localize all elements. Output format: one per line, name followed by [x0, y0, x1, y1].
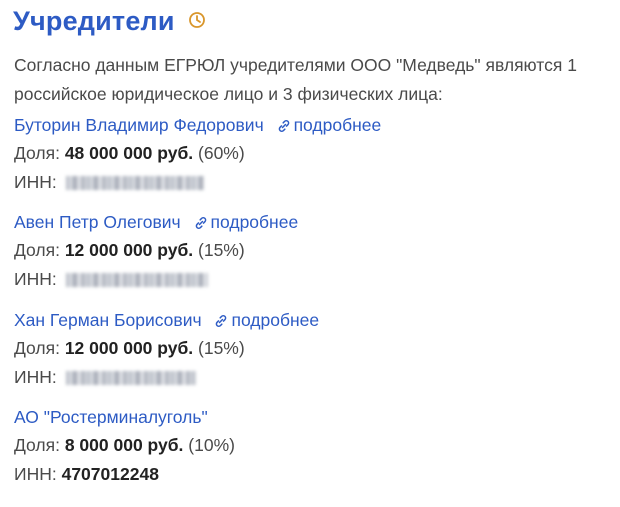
share-line: Доля: 48 000 000 руб. (60%) [14, 139, 614, 168]
founder-name-link[interactable]: АО "Ростерминалуголь" [14, 407, 208, 427]
link-icon [278, 120, 289, 132]
clock-icon[interactable] [188, 5, 206, 36]
founder-header: Авен Петр Олегович подробнее [14, 208, 614, 236]
founder-name-link[interactable]: Хан Герман Борисович [14, 310, 202, 330]
founder-header: Хан Герман Борисович подробнее [14, 306, 614, 334]
share-label: Доля: [14, 435, 60, 455]
inn-label: ИНН: [14, 269, 57, 289]
share-amount: 12 000 000 руб. [64, 338, 194, 358]
share-label: Доля: [14, 338, 60, 358]
share-label: Доля: [14, 240, 60, 260]
inn-line: ИНН: [14, 168, 614, 197]
share-label: Доля: [14, 143, 60, 163]
more-link-label: подробнее [293, 115, 382, 135]
founders-section: Учредители Согласно данным ЕГРЮЛ учредит… [0, 0, 620, 507]
more-link[interactable]: подробнее [277, 115, 382, 135]
more-link-label: подробнее [210, 212, 299, 232]
share-amount: 12 000 000 руб. [64, 240, 194, 260]
inn-blurred-value [65, 371, 196, 386]
share-line: Доля: 8 000 000 руб. (10%) [14, 431, 614, 460]
founder-name-link[interactable]: Буторин Владимир Федорович [14, 115, 264, 135]
section-title: Учредители [13, 6, 206, 37]
inn-blurred-value [65, 176, 204, 191]
link-icon [216, 315, 227, 327]
founder-item: АО "Ростерминалуголь" Доля: 8 000 000 ру… [14, 403, 614, 489]
inn-blurred-value [65, 273, 208, 288]
share-percent: (10%) [188, 435, 235, 455]
share-percent: (15%) [198, 240, 245, 260]
more-link[interactable]: подробнее [194, 212, 299, 232]
founder-item: Хан Герман Борисович подробнее Доля: 12 … [14, 306, 614, 392]
share-percent: (60%) [198, 143, 245, 163]
intro-text: Согласно данным ЕГРЮЛ учредителями ООО "… [14, 55, 577, 104]
share-amount: 48 000 000 руб. [64, 143, 194, 163]
share-amount: 8 000 000 руб. [64, 435, 184, 455]
link-icon [195, 217, 206, 229]
share-percent: (15%) [198, 338, 245, 358]
founder-item: Буторин Владимир Федорович подробнее Дол… [14, 111, 614, 197]
founder-name-link[interactable]: Авен Петр Олегович [14, 212, 181, 232]
share-line: Доля: 12 000 000 руб. (15%) [14, 334, 614, 363]
inn-label: ИНН: [14, 464, 57, 484]
founder-header: АО "Ростерминалуголь" [14, 403, 614, 431]
inn-label: ИНН: [14, 367, 57, 387]
more-link-label: подробнее [231, 310, 320, 330]
inn-value: 4707012248 [61, 464, 159, 484]
section-title-text: Учредители [13, 6, 175, 36]
inn-line: ИНН: [14, 363, 614, 392]
inn-line: ИНН: [14, 265, 614, 294]
inn-label: ИНН: [14, 172, 57, 192]
more-link[interactable]: подробнее [214, 310, 319, 330]
share-line: Доля: 12 000 000 руб. (15%) [14, 236, 614, 265]
founder-item: Авен Петр Олегович подробнее Доля: 12 00… [14, 208, 614, 294]
founder-header: Буторин Владимир Федорович подробнее [14, 111, 614, 139]
inn-line: ИНН: 4707012248 [14, 460, 614, 489]
